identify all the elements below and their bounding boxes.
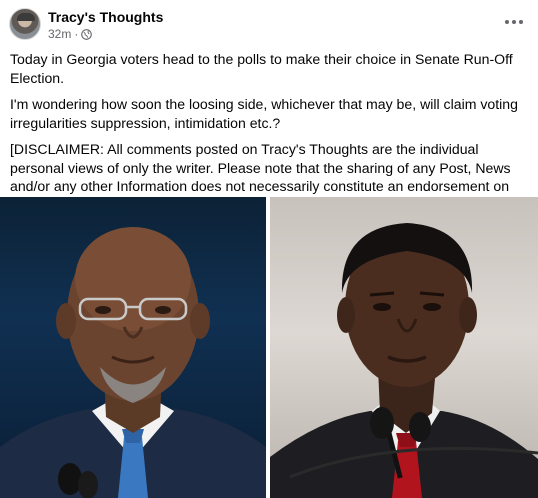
post-header: Tracy's Thoughts 32m · bbox=[0, 0, 538, 44]
post-paragraph: I'm wondering how soon the loosing side,… bbox=[10, 96, 518, 131]
timestamp[interactable]: 32m bbox=[48, 27, 71, 41]
post-photos bbox=[0, 197, 538, 498]
post-meta: 32m · bbox=[48, 27, 93, 41]
photo-right[interactable] bbox=[270, 197, 538, 498]
avatar[interactable] bbox=[9, 8, 41, 40]
photo-left[interactable] bbox=[0, 197, 266, 498]
meta-separator: · bbox=[74, 27, 79, 41]
globe-icon[interactable] bbox=[81, 28, 93, 40]
post-paragraph: Today in Georgia voters head to the poll… bbox=[10, 51, 513, 86]
more-horizontal-icon[interactable] bbox=[500, 12, 528, 32]
page-name[interactable]: Tracy's Thoughts bbox=[48, 9, 163, 25]
